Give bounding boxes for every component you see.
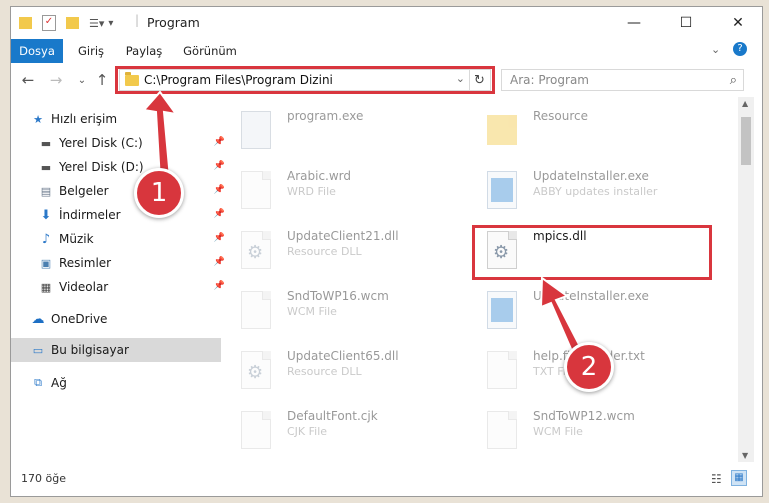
callout-badge-1: 1 [134,168,184,218]
callout-badge-2: 2 [564,342,614,392]
arrow-to-address-bar [142,90,179,182]
callout-arrows [142,90,588,367]
